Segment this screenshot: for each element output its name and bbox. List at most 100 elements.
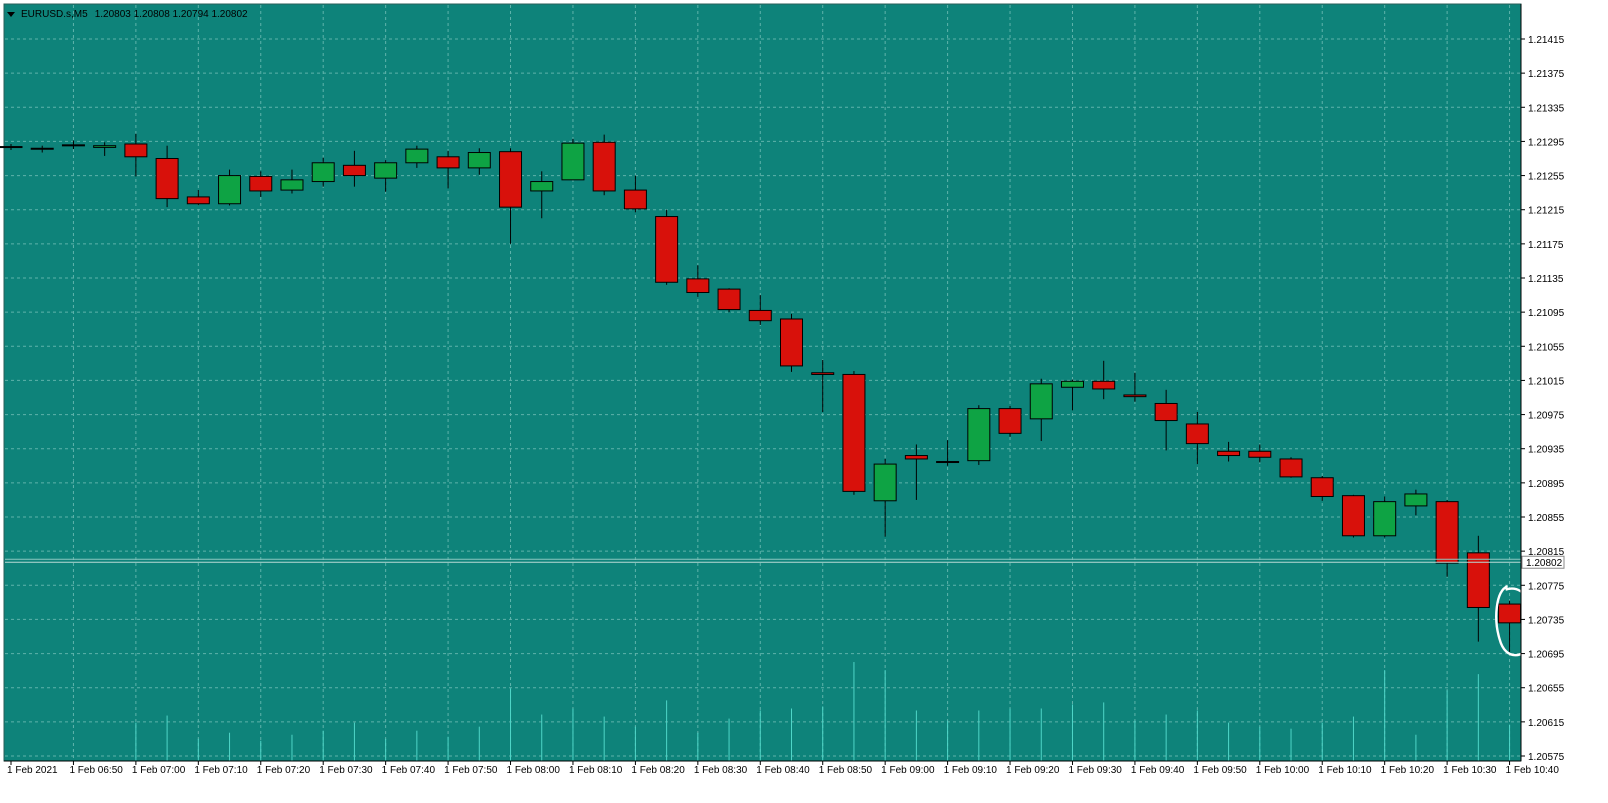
candle — [717, 288, 741, 313]
candle-body — [0, 146, 23, 149]
candle-body — [592, 141, 616, 192]
candle-body — [93, 145, 117, 148]
menu-triangle-icon[interactable] — [7, 12, 15, 17]
candle — [592, 134, 616, 196]
candle — [967, 405, 991, 465]
x-tick-label: 1 Feb 09:00 — [881, 765, 935, 776]
y-tick-label: 1.21375 — [1528, 69, 1565, 80]
candle-body — [374, 162, 398, 179]
candle-body — [1435, 501, 1459, 564]
candle-body — [186, 196, 210, 205]
current-price-label: 1.20802 — [1526, 558, 1563, 569]
x-tick-label: 1 Feb 07:10 — [194, 765, 248, 776]
candle-body — [1154, 402, 1178, 422]
x-tick-label: 1 Feb 09:50 — [1193, 765, 1247, 776]
y-tick-label: 1.21175 — [1528, 240, 1564, 251]
candle-body — [811, 372, 835, 375]
candle — [561, 138, 585, 181]
y-tick-label: 1.20655 — [1528, 684, 1565, 695]
candle-body — [842, 373, 866, 492]
x-tick-label: 1 Feb 10:40 — [1506, 765, 1560, 776]
y-tick-label: 1.20615 — [1528, 718, 1565, 729]
candle-body — [342, 164, 366, 177]
x-tick-label: 1 Feb 09:40 — [1131, 765, 1185, 776]
candle — [842, 371, 866, 495]
y-tick-label: 1.21095 — [1528, 308, 1565, 319]
plot-background — [3, 3, 1522, 762]
candle-body — [1029, 383, 1053, 420]
candle-body — [873, 463, 897, 502]
candle-body — [249, 175, 273, 192]
x-tick-label: 1 Feb 08:50 — [819, 765, 873, 776]
candle-body — [686, 278, 710, 294]
x-tick-label: 1 Feb 08:20 — [631, 765, 685, 776]
candle-body — [61, 144, 85, 147]
candle — [1373, 496, 1397, 538]
chart-window[interactable]: 1.21415 1.21375 1.21335 1.21295 1.21255 1.212… — [0, 0, 1608, 803]
x-tick-label: 1 Feb 07:20 — [257, 765, 311, 776]
price-chart[interactable]: 1.21415 1.21375 1.21335 1.21295 1.21255 1.212… — [0, 0, 1608, 803]
y-tick-label: 1.20695 — [1528, 650, 1565, 661]
candle-body — [967, 408, 991, 462]
candle-body — [530, 181, 554, 192]
x-tick-label: 1 Feb 10:00 — [1256, 765, 1310, 776]
candle — [998, 406, 1022, 437]
candle-body — [218, 175, 242, 205]
x-tick-label: 1 Feb 09:30 — [1068, 765, 1122, 776]
candle — [1279, 457, 1303, 478]
candle-body — [780, 318, 803, 367]
candle-body — [124, 143, 148, 158]
x-tick-label: 1 Feb 08:40 — [756, 765, 810, 776]
candle-body — [1217, 450, 1241, 457]
candle-body — [561, 142, 585, 181]
ohlc-readout: 1.20803 1.20808 1.20794 1.20802 — [94, 9, 248, 20]
x-tick-label: 1 Feb 09:10 — [944, 765, 998, 776]
x-tick-label: 1 Feb 08:00 — [507, 765, 561, 776]
y-tick-label: 1.20975 — [1528, 411, 1565, 422]
y-tick-label: 1.20575 — [1528, 752, 1565, 763]
x-tick-label: 1 Feb 10:30 — [1443, 765, 1497, 776]
candle-body — [467, 152, 491, 169]
candle-body — [1248, 450, 1272, 458]
candle-body — [904, 455, 928, 460]
y-tick-label: 1.20735 — [1528, 615, 1565, 626]
candle-body — [1341, 495, 1365, 537]
candle — [1341, 494, 1365, 538]
x-tick-label: 1 Feb 10:10 — [1318, 765, 1372, 776]
candle-body — [1373, 501, 1397, 537]
candle — [780, 313, 803, 372]
candle-body — [311, 162, 335, 183]
symbol-label: EURUSD.s,M5 — [21, 9, 88, 20]
x-tick-label: 1 Feb 07:00 — [132, 765, 186, 776]
x-tick-label: 1 Feb 07:40 — [382, 765, 436, 776]
y-tick-label: 1.20935 — [1528, 445, 1565, 456]
y-tick-label: 1.21215 — [1528, 206, 1565, 217]
candle-body — [1498, 603, 1522, 624]
candle-body — [405, 148, 429, 164]
candle-body — [436, 156, 460, 169]
y-tick-label: 1.21295 — [1528, 137, 1565, 148]
candle-body — [1404, 493, 1428, 507]
y-tick-label: 1.21255 — [1528, 172, 1565, 183]
x-tick-label: 1 Feb 2021 — [7, 765, 58, 776]
x-tick-label: 1 Feb 10:20 — [1381, 765, 1435, 776]
x-tick-label: 1 Feb 08:30 — [694, 765, 748, 776]
candle-body — [155, 158, 179, 200]
x-tick-label: 1 Feb 07:50 — [444, 765, 498, 776]
candle — [655, 209, 679, 285]
candle-body — [499, 151, 523, 208]
candle-body — [1279, 458, 1303, 478]
candle-body — [30, 147, 54, 150]
candle-body — [1092, 380, 1116, 390]
x-tick-label: 1 Feb 09:20 — [1006, 765, 1060, 776]
x-tick-label: 1 Feb 06:50 — [69, 765, 123, 776]
y-tick-label: 1.21415 — [1528, 35, 1565, 46]
candle-body — [280, 179, 304, 191]
candle-body — [1310, 477, 1334, 498]
candle-body — [748, 309, 772, 322]
y-tick-label: 1.21135 — [1528, 274, 1564, 285]
plot-area — [3, 3, 1522, 762]
y-tick-label: 1.20895 — [1528, 479, 1565, 490]
y-tick-label: 1.21055 — [1528, 342, 1565, 353]
candle-body — [623, 189, 647, 210]
